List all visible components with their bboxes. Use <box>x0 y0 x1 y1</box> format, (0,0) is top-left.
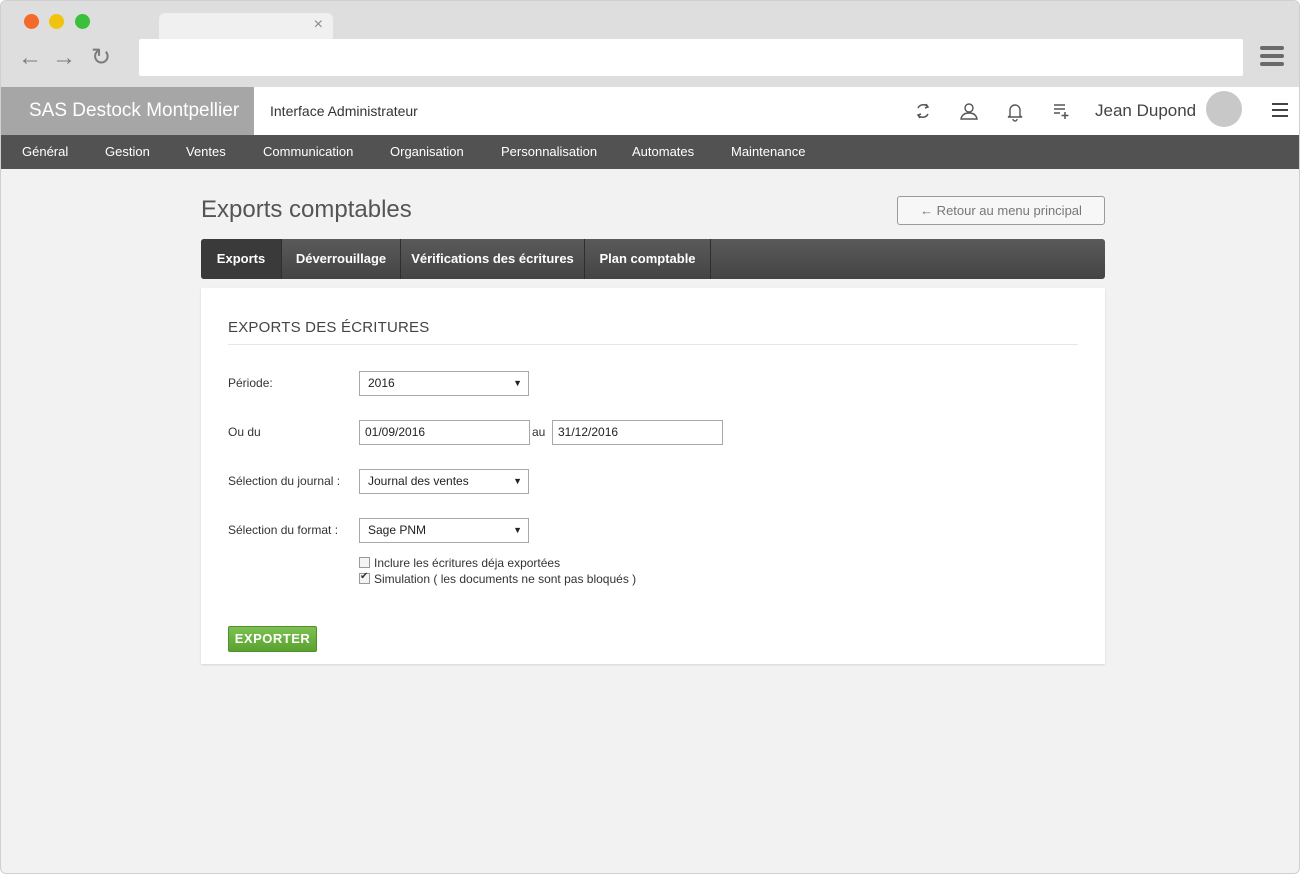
format-select[interactable]: Sage PNM ▼ <box>359 518 529 543</box>
section-title: EXPORTS DES ÉCRITURES <box>228 319 430 336</box>
avatar[interactable] <box>1206 91 1242 127</box>
tab-verifications[interactable]: Vérifications des écritures <box>401 239 585 279</box>
browser-tab[interactable]: × <box>159 13 333 39</box>
app-subtitle: Interface Administrateur <box>270 103 418 119</box>
format-select-value: Sage PNM <box>368 523 427 537</box>
back-to-main-menu-button[interactable]: ← Retour au menu principal <box>897 196 1105 225</box>
users-icon[interactable] <box>958 100 980 122</box>
au-label: au <box>532 425 546 439</box>
periode-label: Période: <box>228 376 273 390</box>
include-exported-checkbox[interactable] <box>359 557 370 568</box>
section-divider <box>228 344 1078 345</box>
app-header: SAS Destock Montpellier Interface Admini… <box>1 87 1299 135</box>
main-nav: Général Gestion Ventes Communication Org… <box>1 135 1299 169</box>
forward-arrow-icon[interactable]: → <box>51 45 77 71</box>
browser-chrome: × ← → ↻ <box>1 1 1299 87</box>
nav-item-automates[interactable]: Automates <box>632 135 694 169</box>
tab-exports[interactable]: Exports <box>201 239 282 279</box>
nav-item-personnalisation[interactable]: Personnalisation <box>501 135 597 169</box>
include-exported-checkbox-row[interactable]: Inclure les écritures déja exportées <box>359 556 560 570</box>
reload-icon[interactable]: ↻ <box>88 45 114 71</box>
date-to-input[interactable]: 31/12/2016 <box>552 420 723 445</box>
nav-item-ventes[interactable]: Ventes <box>186 135 226 169</box>
export-button[interactable]: EXPORTER <box>228 626 317 652</box>
tab-bar: Exports Déverrouillage Vérifications des… <box>201 239 1105 279</box>
bell-icon[interactable] <box>1004 100 1026 122</box>
chevron-down-icon: ▼ <box>513 378 522 388</box>
journal-select[interactable]: Journal des ventes ▼ <box>359 469 529 494</box>
nav-item-communication[interactable]: Communication <box>263 135 353 169</box>
page-title: Exports comptables <box>201 196 412 223</box>
format-label: Sélection du format : <box>228 523 339 537</box>
tab-deverrouillage[interactable]: Déverrouillage <box>282 239 401 279</box>
nav-item-organisation[interactable]: Organisation <box>390 135 464 169</box>
export-form-card: EXPORTS DES ÉCRITURES Période: 2016 ▼ Ou… <box>201 288 1105 664</box>
journal-label: Sélection du journal : <box>228 474 341 488</box>
nav-item-maintenance[interactable]: Maintenance <box>731 135 805 169</box>
date-from-input[interactable]: 01/09/2016 <box>359 420 530 445</box>
browser-window: × ← → ↻ SAS Destock Montpellier Interfac… <box>0 0 1300 874</box>
nav-item-gestion[interactable]: Gestion <box>105 135 150 169</box>
simulation-label: Simulation ( les documents ne sont pas b… <box>374 572 637 586</box>
tab-plan-comptable[interactable]: Plan comptable <box>585 239 711 279</box>
journal-select-value: Journal des ventes <box>368 474 469 488</box>
simulation-checkbox[interactable] <box>359 571 370 584</box>
chevron-down-icon: ▼ <box>513 525 522 535</box>
include-exported-label: Inclure les écritures déja exportées <box>374 556 561 570</box>
ou-du-label: Ou du <box>228 425 261 439</box>
nav-item-general[interactable]: Général <box>22 135 68 169</box>
sync-icon[interactable] <box>912 100 934 122</box>
brand-name[interactable]: SAS Destock Montpellier <box>1 87 254 135</box>
periode-select[interactable]: 2016 ▼ <box>359 371 529 396</box>
browser-menu-icon[interactable] <box>1260 46 1284 68</box>
periode-select-value: 2016 <box>368 376 395 390</box>
chevron-down-icon: ▼ <box>513 476 522 486</box>
add-list-icon[interactable] <box>1050 100 1072 122</box>
hamburger-menu-icon[interactable] <box>1272 103 1288 117</box>
tab-close-icon[interactable]: × <box>314 16 323 34</box>
maximize-window-button[interactable] <box>75 14 90 29</box>
minimize-window-button[interactable] <box>49 14 64 29</box>
user-name[interactable]: Jean Dupond <box>1095 87 1196 135</box>
address-bar[interactable] <box>139 39 1243 76</box>
simulation-checkbox-row[interactable]: Simulation ( les documents ne sont pas b… <box>359 571 637 586</box>
close-window-button[interactable] <box>24 14 39 29</box>
back-arrow-icon[interactable]: ← <box>17 45 43 71</box>
